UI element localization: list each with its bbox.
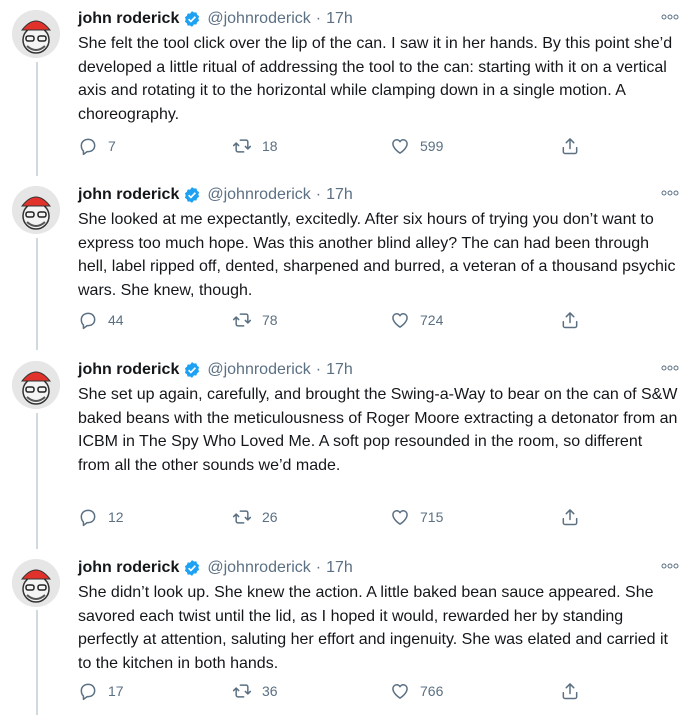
separator-dot: ·: [315, 186, 322, 203]
avatar[interactable]: [12, 186, 60, 234]
like-button[interactable]: 715: [390, 507, 443, 527]
like-count: 766: [420, 683, 444, 699]
retweet-button[interactable]: 18: [232, 136, 278, 156]
reply-button[interactable]: 7: [78, 136, 116, 156]
retweet-button[interactable]: 78: [232, 310, 278, 330]
heart-icon: [390, 681, 410, 701]
like-button[interactable]: 724: [390, 310, 443, 330]
like-count: 724: [420, 312, 444, 328]
timestamp[interactable]: 17h: [326, 184, 353, 206]
tweet-actions: 7 18 599: [78, 136, 598, 156]
author-name[interactable]: john roderick: [78, 184, 179, 206]
reply-count: 7: [108, 138, 116, 154]
avatar[interactable]: [12, 10, 60, 58]
tweet-text: She didn’t look up. She knew the action.…: [78, 584, 668, 672]
retweet-button[interactable]: 36: [232, 681, 278, 701]
like-button[interactable]: 599: [390, 136, 443, 156]
reply-icon: [78, 310, 98, 330]
share-icon: [560, 507, 580, 527]
tweet-text: She looked at me expectantly, excitedly.…: [78, 211, 676, 299]
retweet-count: 26: [262, 509, 278, 525]
avatar[interactable]: [12, 559, 60, 607]
tweet-header: john roderick @johnroderick · 17h: [78, 184, 353, 206]
reply-icon: [78, 681, 98, 701]
heart-icon: [390, 507, 410, 527]
tweet-header: john roderick @johnroderick · 17h: [78, 359, 353, 381]
reply-count: 17: [108, 683, 124, 699]
avatar[interactable]: [12, 361, 60, 409]
timestamp[interactable]: 17h: [326, 557, 353, 579]
heart-icon: [390, 136, 410, 156]
timestamp[interactable]: 17h: [326, 359, 353, 381]
share-button[interactable]: [560, 136, 580, 156]
more-icon[interactable]: [659, 559, 681, 573]
author-handle[interactable]: @johnroderick: [207, 359, 310, 381]
verified-badge-icon: [183, 559, 201, 577]
separator-dot: ·: [315, 559, 322, 576]
retweet-icon: [232, 136, 252, 156]
tweet-actions: 12 26 715: [78, 507, 598, 527]
heart-icon: [390, 310, 410, 330]
reply-icon: [78, 136, 98, 156]
reply-button[interactable]: 12: [78, 507, 124, 527]
reply-button[interactable]: 44: [78, 310, 124, 330]
tweet[interactable]: john roderick @johnroderick · 17h She se…: [0, 351, 695, 548]
retweet-count: 18: [262, 138, 278, 154]
retweet-count: 78: [262, 312, 278, 328]
verified-badge-icon: [183, 10, 201, 28]
author-name[interactable]: john roderick: [78, 8, 179, 30]
tweet[interactable]: john roderick @johnroderick · 17h She di…: [0, 549, 695, 717]
author-name[interactable]: john roderick: [78, 359, 179, 381]
share-icon: [560, 136, 580, 156]
more-icon[interactable]: [659, 186, 681, 200]
retweet-icon: [232, 681, 252, 701]
reply-button[interactable]: 17: [78, 681, 124, 701]
retweet-icon: [232, 310, 252, 330]
author-handle[interactable]: @johnroderick: [207, 184, 310, 206]
timestamp[interactable]: 17h: [326, 8, 353, 30]
like-count: 715: [420, 509, 444, 525]
tweet-text: She set up again, carefully, and brought…: [78, 386, 678, 474]
share-button[interactable]: [560, 310, 580, 330]
author-handle[interactable]: @johnroderick: [207, 8, 310, 30]
tweet-thread: john roderick @johnroderick · 17h She fe…: [0, 0, 695, 717]
reply-icon: [78, 507, 98, 527]
more-icon[interactable]: [659, 10, 681, 24]
tweet[interactable]: john roderick @johnroderick · 17h She fe…: [0, 0, 695, 175]
share-icon: [560, 681, 580, 701]
verified-badge-icon: [183, 186, 201, 204]
tweet[interactable]: john roderick @johnroderick · 17h She lo…: [0, 176, 695, 350]
tweet-header: john roderick @johnroderick · 17h: [78, 8, 353, 30]
reply-count: 44: [108, 312, 124, 328]
author-handle[interactable]: @johnroderick: [207, 557, 310, 579]
author-name[interactable]: john roderick: [78, 557, 179, 579]
verified-badge-icon: [183, 361, 201, 379]
reply-count: 12: [108, 509, 124, 525]
more-icon[interactable]: [659, 361, 681, 375]
separator-dot: ·: [315, 361, 322, 378]
share-button[interactable]: [560, 681, 580, 701]
tweet-actions: 44 78 724: [78, 310, 598, 330]
separator-dot: ·: [315, 10, 322, 27]
share-button[interactable]: [560, 507, 580, 527]
retweet-count: 36: [262, 683, 278, 699]
like-count: 599: [420, 138, 444, 154]
tweet-actions: 17 36 766: [78, 681, 598, 701]
retweet-icon: [232, 507, 252, 527]
tweet-text: She felt the tool click over the lip of …: [78, 35, 673, 123]
share-icon: [560, 310, 580, 330]
retweet-button[interactable]: 26: [232, 507, 278, 527]
tweet-header: john roderick @johnroderick · 17h: [78, 557, 353, 579]
like-button[interactable]: 766: [390, 681, 443, 701]
